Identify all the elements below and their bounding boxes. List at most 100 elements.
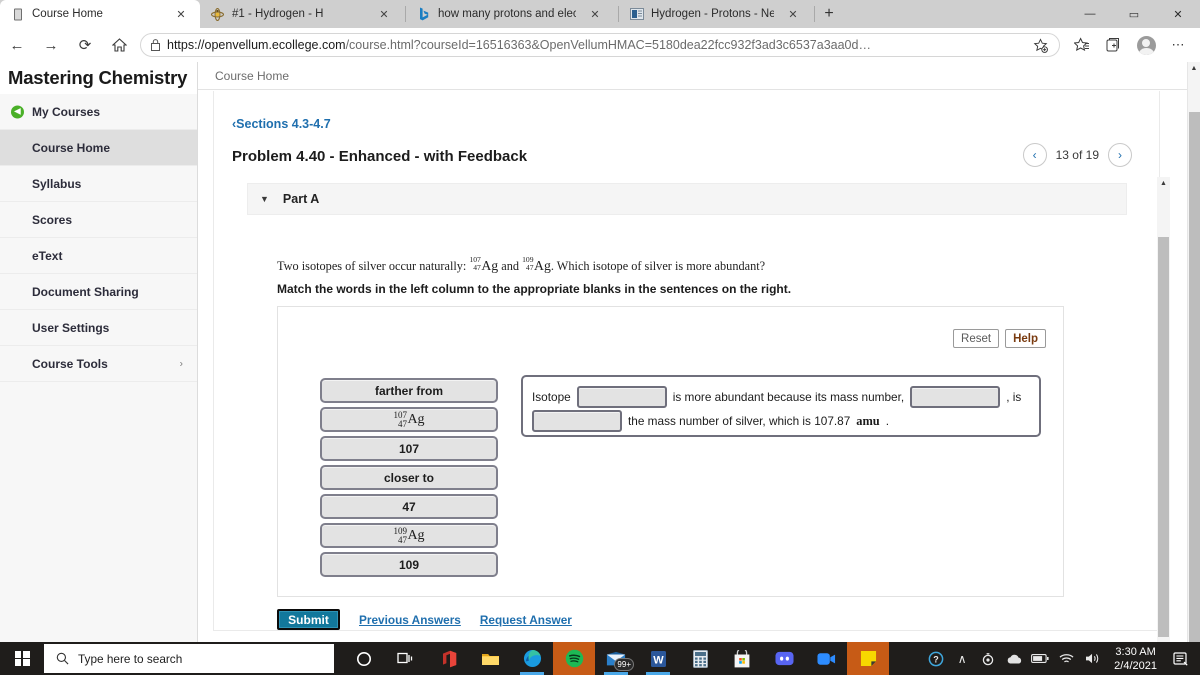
browser-tab-0[interactable]: Course Home ✕ <box>0 0 200 28</box>
volume-icon[interactable] <box>1079 642 1105 675</box>
clock-time: 3:30 AM <box>1115 645 1156 658</box>
calculator-icon[interactable] <box>679 642 721 675</box>
sidebar-item-scores[interactable]: Scores <box>0 202 197 238</box>
forward-icon[interactable]: → <box>34 28 68 62</box>
window-close-button[interactable]: ✕ <box>1156 0 1200 28</box>
maximize-button[interactable]: ▭ <box>1112 0 1156 28</box>
close-icon[interactable]: ✕ <box>785 6 801 22</box>
tile-109[interactable]: 109 <box>320 552 498 577</box>
reset-button[interactable]: Reset <box>953 329 1000 348</box>
browser-tab-1[interactable]: #1 - Hydrogen - H ✕ <box>200 0 405 28</box>
tile-47[interactable]: 47 <box>320 494 498 519</box>
isotope-107-superscripts: 107 47 <box>393 410 407 429</box>
chevron-right-icon: › <box>179 358 183 369</box>
task-view-icon[interactable] <box>385 642 427 675</box>
drop-blank-3[interactable] <box>532 410 622 432</box>
part-a-header[interactable]: ▼ Part A <box>247 183 1127 215</box>
zoom-icon[interactable] <box>805 642 847 675</box>
cortana-icon[interactable] <box>343 642 385 675</box>
next-problem-button[interactable]: › <box>1108 143 1132 167</box>
discord-icon[interactable] <box>763 642 805 675</box>
mail-icon[interactable]: 99+ <box>595 642 637 675</box>
content-scrollbar-thumb[interactable] <box>1158 237 1169 637</box>
more-options-icon[interactable]: ⋯ <box>1162 30 1194 60</box>
page-scrollbar[interactable]: ▲ <box>1187 62 1200 642</box>
back-icon[interactable]: ← <box>0 28 34 62</box>
start-button[interactable] <box>0 642 44 675</box>
sidebar-item-etext[interactable]: eText <box>0 238 197 274</box>
tile-isotope-109[interactable]: 109 47 Ag <box>320 523 498 548</box>
address-bar[interactable]: https://openvellum.ecollege.com/course.h… <box>140 33 1060 57</box>
content-scrollbar[interactable]: ▲ <box>1157 177 1170 642</box>
taskbar-search[interactable]: Type here to search <box>44 644 334 673</box>
add-favorite-icon[interactable] <box>1027 34 1053 56</box>
drop-blank-1[interactable] <box>576 386 667 408</box>
browser-tab-3[interactable]: Hydrogen - Protons - Neutrons - ✕ <box>619 0 814 28</box>
page-scrollbar-thumb[interactable] <box>1189 112 1200 642</box>
scroll-up-icon[interactable]: ▲ <box>1188 62 1200 75</box>
isotope-109-superscripts: 109 47 <box>393 526 407 545</box>
mail-badge: 99+ <box>614 658 634 671</box>
microsoft-edge-icon[interactable] <box>511 642 553 675</box>
new-tab-button[interactable]: + <box>815 0 843 28</box>
home-icon[interactable] <box>102 28 136 62</box>
help-button[interactable]: Help <box>1005 329 1046 348</box>
onedrive-icon[interactable] <box>1001 642 1027 675</box>
tile-107[interactable]: 107 <box>320 436 498 461</box>
sentence-line-1: Isotope is more abundant because its mas… <box>532 385 1039 409</box>
refresh-icon[interactable]: ⟳ <box>68 28 102 62</box>
sentence-text-2: is more abundant because its mass number… <box>672 390 905 404</box>
favorites-icon[interactable] <box>1066 30 1098 60</box>
drop-blank-2[interactable] <box>910 386 1001 408</box>
microsoft-store-icon[interactable] <box>721 642 763 675</box>
submit-button[interactable]: Submit <box>277 609 340 630</box>
problem-pager: ‹ 13 of 19 › <box>1022 143 1132 167</box>
browser-tab-strip: Course Home ✕ #1 - Hydrogen - H ✕ how ma… <box>0 0 1200 28</box>
tile-closer-to[interactable]: closer to <box>320 465 498 490</box>
sticky-notes-icon[interactable] <box>847 642 889 675</box>
isotope-107-superscripts: 107 47 <box>469 256 480 271</box>
battery-icon[interactable] <box>1027 642 1053 675</box>
url-origin: https://openvellum.ecollege.com <box>167 38 346 52</box>
sidebar-item-course-home[interactable]: Course Home <box>0 130 197 166</box>
section-back-link[interactable]: ‹Sections 4.3-4.7 <box>232 117 331 131</box>
element-symbol: Ag <box>407 411 425 427</box>
tile-farther-from[interactable]: farther from <box>320 378 498 403</box>
browser-tab-2[interactable]: how many protons and electrons ✕ <box>406 0 618 28</box>
close-icon[interactable]: ✕ <box>173 6 189 22</box>
file-explorer-icon[interactable] <box>469 642 511 675</box>
question-instruction: Match the words in the left column to th… <box>277 282 792 296</box>
previous-problem-button[interactable]: ‹ <box>1022 143 1047 167</box>
previous-answers-link[interactable]: Previous Answers <box>359 613 461 627</box>
webcam-icon[interactable] <box>975 642 1001 675</box>
scroll-up-icon[interactable]: ▲ <box>1157 177 1170 190</box>
request-answer-link[interactable]: Request Answer <box>480 613 572 627</box>
bing-icon <box>416 7 431 22</box>
taskbar-clock[interactable]: 3:30 AM 2/4/2021 <box>1105 645 1166 673</box>
action-center-icon[interactable] <box>1166 642 1196 675</box>
browser-tab-title-2: how many protons and electrons <box>438 8 576 20</box>
sidebar-item-user-settings[interactable]: User Settings <box>0 310 197 346</box>
close-icon[interactable]: ✕ <box>376 6 392 22</box>
sidebar-item-my-courses[interactable]: ◀ My Courses <box>0 94 197 130</box>
tile-label: farther from <box>374 383 443 398</box>
show-hidden-icons-chevron[interactable]: ∧ <box>949 642 975 675</box>
wifi-icon[interactable] <box>1053 642 1079 675</box>
browser-toolbar: ← → ⟳ https://openvellum.ecollege.com/co… <box>0 28 1200 62</box>
help-question-icon[interactable]: ? <box>923 642 949 675</box>
tile-isotope-107[interactable]: 107 47 Ag <box>320 407 498 432</box>
magnifier-icon <box>56 652 69 665</box>
sidebar-item-document-sharing[interactable]: Document Sharing <box>0 274 197 310</box>
word-icon[interactable]: W <box>637 642 679 675</box>
course-sidebar: Mastering Chemistry ◀ My Courses Course … <box>0 62 198 642</box>
close-icon[interactable]: ✕ <box>587 6 603 22</box>
minimize-button[interactable]: — <box>1068 0 1112 28</box>
profile-avatar[interactable] <box>1130 30 1162 60</box>
sidebar-item-label: My Courses <box>32 104 101 119</box>
sidebar-item-course-tools[interactable]: Course Tools › <box>0 346 197 382</box>
sidebar-item-syllabus[interactable]: Syllabus <box>0 166 197 202</box>
office-icon[interactable] <box>427 642 469 675</box>
element-symbol: Ag <box>481 258 499 273</box>
spotify-icon[interactable] <box>553 642 595 675</box>
collections-icon[interactable] <box>1098 30 1130 60</box>
